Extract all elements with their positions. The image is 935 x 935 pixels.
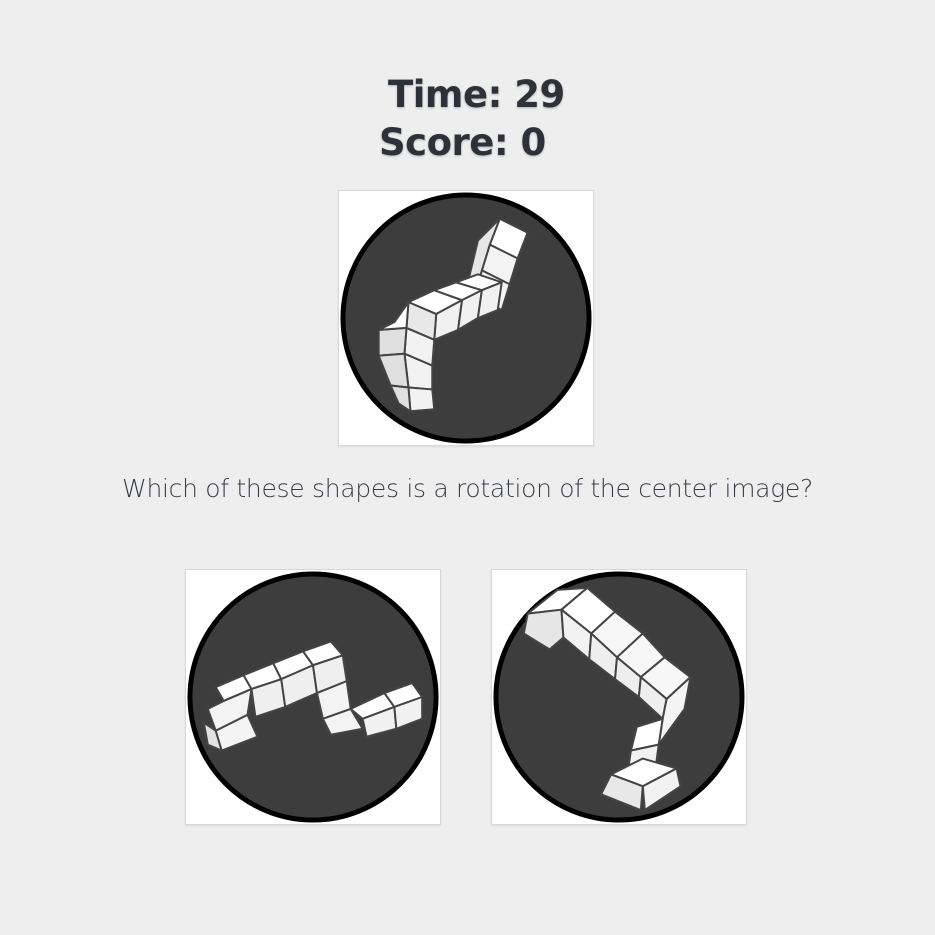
time-value: 29	[514, 73, 565, 116]
time-label: Time:	[388, 73, 502, 116]
score-value: 0	[520, 121, 547, 164]
answer-option-1[interactable]	[185, 569, 441, 825]
center-shape-image	[338, 190, 594, 446]
score-label: Score:	[379, 121, 509, 164]
option-1-shape-drawing	[186, 570, 440, 824]
option-2-shape-drawing	[492, 570, 746, 824]
answer-option-2[interactable]	[491, 569, 747, 825]
center-shape-drawing	[339, 191, 593, 445]
question-text: Which of these shapes is a rotation of t…	[122, 474, 813, 503]
